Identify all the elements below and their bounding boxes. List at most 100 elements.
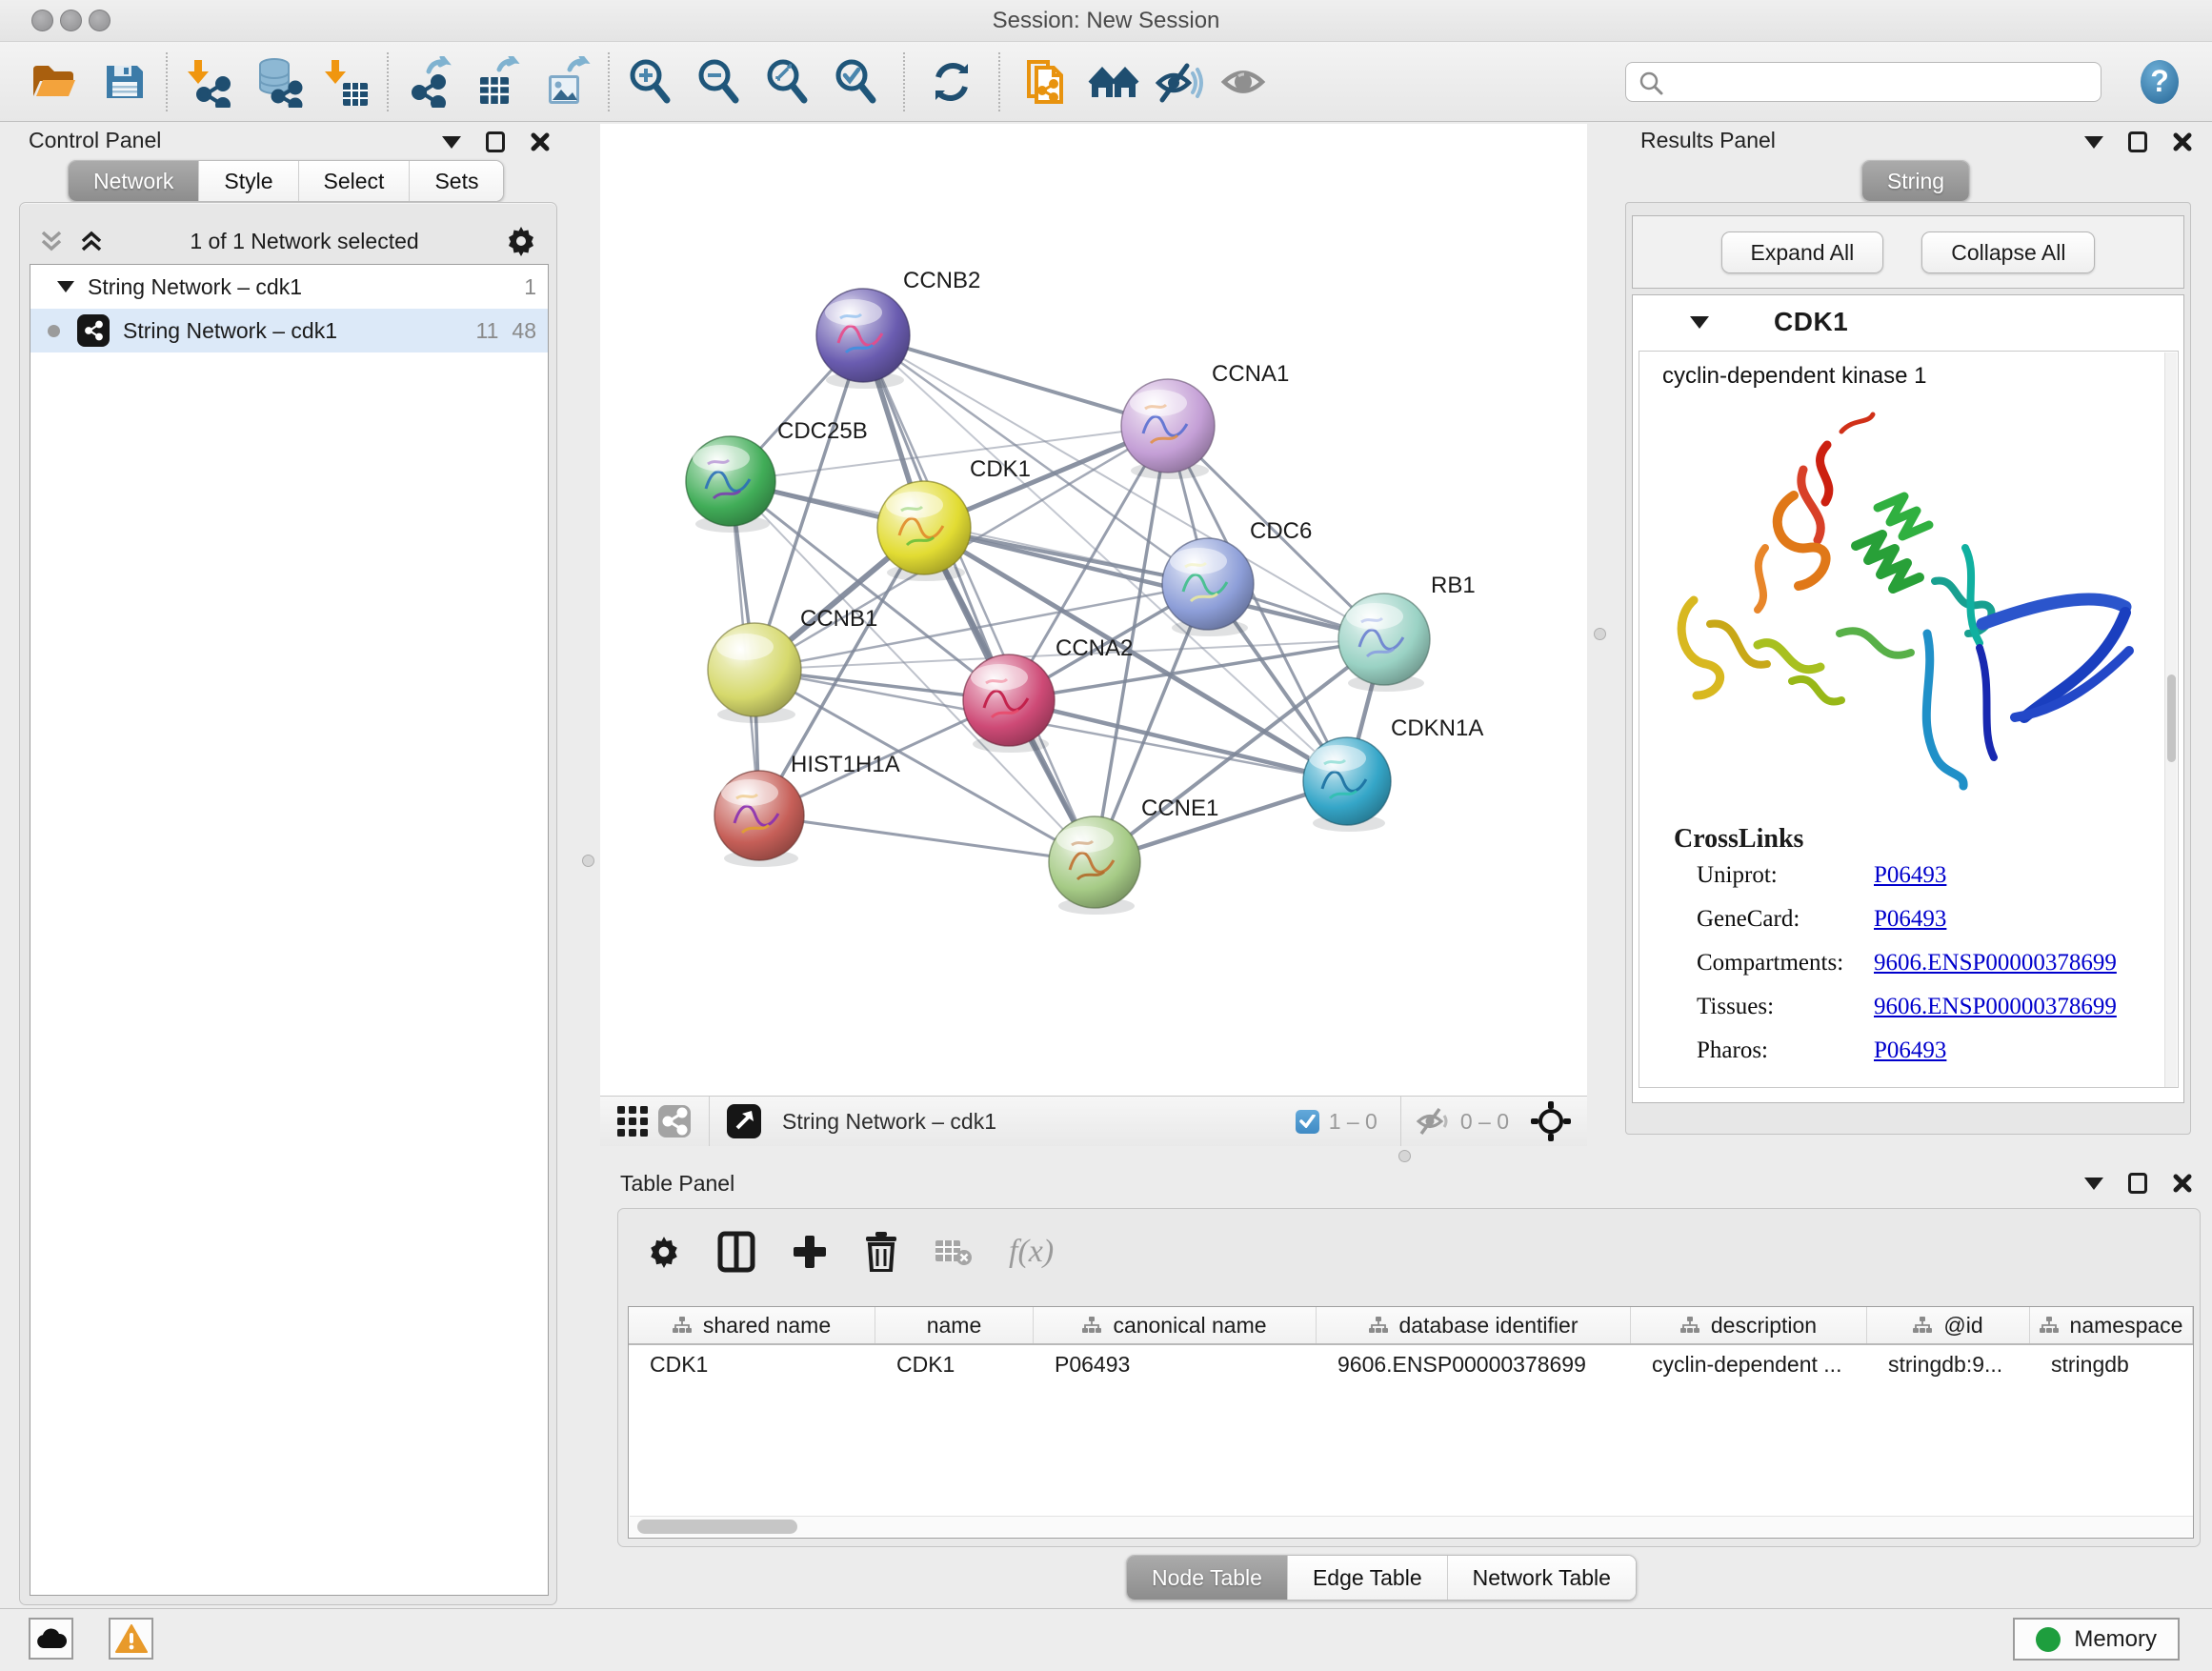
crosslink-link[interactable]: P06493 — [1874, 906, 1946, 933]
collapse-all-button[interactable]: Collapse All — [1921, 232, 2095, 273]
results-scrollbar[interactable] — [2164, 352, 2177, 1088]
crosslink-link[interactable]: P06493 — [1874, 1037, 1946, 1064]
clone-network-icon[interactable] — [1021, 56, 1073, 108]
search-input[interactable] — [1625, 62, 2101, 102]
column-header[interactable]: name — [875, 1307, 1034, 1343]
network-selection-status: 1 of 1 Network selected — [104, 229, 505, 254]
zoom-in-icon[interactable] — [625, 56, 676, 108]
network-node-CDC6[interactable] — [1162, 538, 1254, 636]
network-node-CDC25B[interactable] — [686, 436, 775, 533]
collapse-entry-icon[interactable] — [1690, 316, 1709, 329]
tab-network[interactable]: Network — [69, 161, 199, 201]
tab-string[interactable]: String — [1862, 161, 1969, 201]
tab-style[interactable]: Style — [199, 161, 298, 201]
tree-collapse-icon[interactable] — [57, 281, 74, 292]
export-table-icon[interactable] — [473, 56, 524, 108]
node-label-RB1: RB1 — [1431, 573, 1476, 598]
help-icon[interactable]: ? — [2134, 56, 2185, 108]
network-collection-row[interactable]: String Network – cdk1 1 — [30, 265, 548, 309]
footer-separator — [709, 1097, 710, 1146]
warnings-button[interactable] — [109, 1618, 153, 1660]
panel-float-icon[interactable] — [2128, 1173, 2147, 1194]
panel-menu-icon[interactable] — [442, 136, 461, 149]
show-columns-icon[interactable] — [717, 1231, 755, 1273]
vertical-splitter-handle-left[interactable] — [582, 855, 594, 867]
network-options-gear-icon[interactable] — [505, 225, 537, 257]
vertical-splitter-handle-right[interactable] — [1594, 628, 1606, 640]
network-share-view-icon[interactable] — [654, 1100, 695, 1142]
fit-selected-target-icon[interactable] — [1526, 1098, 1576, 1144]
grid-view-icon[interactable] — [612, 1100, 654, 1142]
refresh-icon[interactable] — [926, 56, 977, 108]
expand-all-networks-icon[interactable] — [79, 229, 104, 253]
network-canvas[interactable]: CCNB2CCNA1CDC25BCDK1CDC6RB1CCNB1CCNA2CDK… — [600, 124, 1587, 1096]
results-panel-tabs: String — [1861, 160, 1970, 202]
column-header[interactable]: description — [1631, 1307, 1867, 1343]
tab-sets[interactable]: Sets — [410, 161, 503, 201]
column-header[interactable]: canonical name — [1034, 1307, 1317, 1343]
import-network-file-icon[interactable] — [183, 56, 234, 108]
crosslink-link[interactable]: P06493 — [1874, 862, 1946, 889]
table-horizontal-scrollbar[interactable] — [630, 1516, 2194, 1537]
export-network-icon[interactable] — [404, 56, 455, 108]
table-panel-title: Table Panel — [620, 1171, 734, 1197]
import-network-database-icon[interactable] — [251, 56, 303, 108]
toolbar-separator — [998, 52, 1000, 111]
tab-node-table[interactable]: Node Table — [1127, 1556, 1288, 1600]
table-row[interactable]: CDK1 CDK1 P06493 9606.ENSP00000378699 cy… — [629, 1345, 2193, 1383]
tab-edge-table[interactable]: Edge Table — [1288, 1556, 1448, 1600]
results-panel-title: Results Panel — [1640, 128, 1776, 153]
column-header[interactable]: shared name — [629, 1307, 875, 1343]
network-row[interactable]: String Network – cdk1 11 48 — [30, 309, 548, 352]
network-node-CCNE1[interactable] — [1049, 816, 1140, 915]
table-options-gear-icon[interactable] — [647, 1235, 681, 1269]
tab-network-table[interactable]: Network Table — [1448, 1556, 1636, 1600]
show-eye-icon[interactable] — [1217, 56, 1269, 108]
crosslink-row: Compartments: 9606.ENSP00000378699 — [1697, 950, 2154, 994]
panel-close-icon[interactable] — [2172, 1173, 2193, 1194]
cell-database-identifier: 9606.ENSP00000378699 — [1317, 1345, 1631, 1383]
column-header[interactable]: @id — [1867, 1307, 2030, 1343]
cloud-sync-button[interactable] — [29, 1618, 73, 1660]
column-header[interactable]: database identifier — [1317, 1307, 1631, 1343]
network-node-CCNB2[interactable] — [816, 289, 910, 389]
zoom-selected-icon[interactable] — [831, 56, 882, 108]
crosslink-row: GeneCard: P06493 — [1697, 906, 2154, 950]
network-node-CDKN1A[interactable] — [1303, 737, 1391, 832]
export-image-icon[interactable] — [541, 56, 593, 108]
column-type-icon — [2040, 1317, 2059, 1334]
panel-close-icon[interactable] — [530, 131, 551, 152]
toolbar-search — [1625, 62, 2101, 102]
tab-select[interactable]: Select — [299, 161, 411, 201]
import-table-icon[interactable] — [320, 56, 372, 108]
crosslink-link[interactable]: 9606.ENSP00000378699 — [1874, 994, 2117, 1020]
panel-float-icon[interactable] — [486, 131, 505, 152]
column-header[interactable]: namespace — [2030, 1307, 2193, 1343]
collapse-all-networks-icon[interactable] — [39, 229, 64, 253]
panel-float-icon[interactable] — [2128, 131, 2147, 152]
memory-label: Memory — [2074, 1626, 2157, 1653]
crosslink-link[interactable]: 9606.ENSP00000378699 — [1874, 950, 2117, 976]
save-session-icon[interactable] — [99, 56, 151, 108]
node-result-header[interactable]: CDK1 — [1633, 295, 2183, 349]
panel-menu-icon[interactable] — [2084, 1178, 2103, 1190]
delete-column-icon[interactable] — [864, 1232, 898, 1272]
panel-menu-icon[interactable] — [2084, 136, 2103, 149]
add-column-icon[interactable] — [792, 1234, 828, 1270]
birds-eye-view-icon[interactable] — [723, 1100, 765, 1142]
panel-close-icon[interactable] — [2172, 131, 2193, 152]
network-node-RB1[interactable] — [1338, 594, 1430, 692]
zoom-out-icon[interactable] — [694, 56, 745, 108]
expand-all-button[interactable]: Expand All — [1721, 232, 1884, 273]
open-session-icon[interactable] — [27, 56, 78, 108]
network-node-HIST1H1A[interactable] — [714, 771, 804, 867]
hide-eye-slash-icon[interactable] — [1153, 56, 1204, 108]
string-network-graph[interactable]: CCNB2CCNA1CDC25BCDK1CDC6RB1CCNB1CCNA2CDK… — [600, 124, 1587, 1096]
memory-button[interactable]: Memory — [2013, 1618, 2180, 1661]
birds-eye-homes-icon[interactable] — [1088, 56, 1139, 108]
horizontal-splitter-handle[interactable] — [1398, 1150, 1411, 1162]
selected-nodes-checkbox[interactable] — [1296, 1110, 1319, 1134]
network-node-CCNA1[interactable] — [1121, 379, 1215, 479]
network-node-CCNB1[interactable] — [708, 623, 801, 723]
zoom-fit-icon[interactable] — [762, 56, 814, 108]
